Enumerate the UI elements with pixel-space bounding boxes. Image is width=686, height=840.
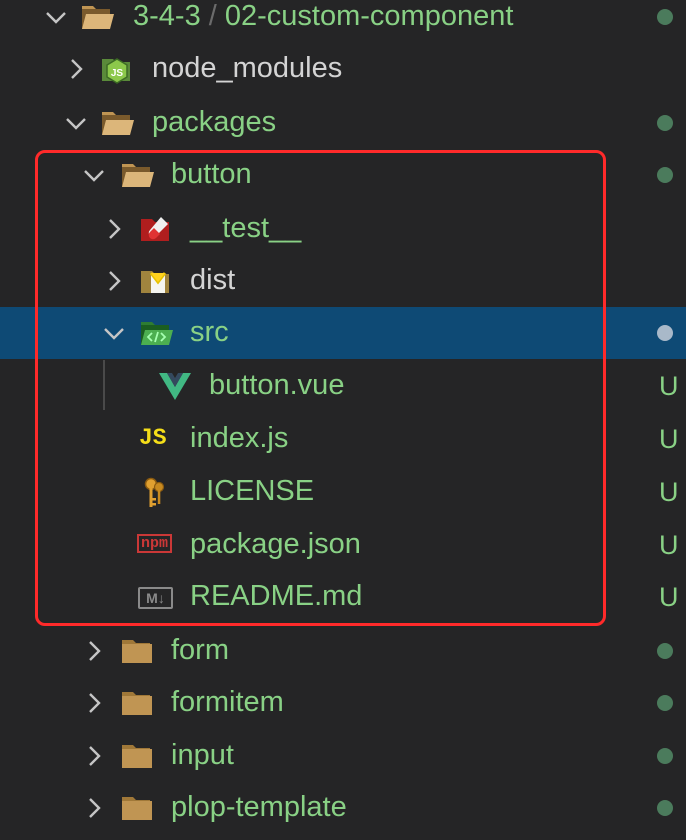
tree-item-label: node_modules (152, 52, 343, 84)
chevron-down-icon[interactable] (40, 0, 70, 43)
license-key-icon (139, 476, 173, 508)
tree-row-plop-template[interactable]: plop-template (0, 782, 686, 834)
tree-item-label: README.md (190, 580, 363, 612)
npm-icon-text: npm (137, 534, 173, 553)
tree-row-dist[interactable]: dist (0, 255, 686, 307)
git-status-dot (657, 643, 673, 659)
chevron-right-icon[interactable] (78, 730, 108, 782)
root-folder-label: 3-4-3 / 02-custom-component (133, 0, 513, 34)
chevron-right-icon[interactable] (78, 782, 108, 834)
folder-closed-icon (120, 687, 154, 719)
git-status-dot (657, 695, 673, 711)
git-status-dot (657, 167, 673, 183)
npm-file-icon: npm (137, 529, 173, 561)
file-explorer-tree: 3-4-3 / 02-custom-component JS node_modu… (0, 0, 686, 840)
folder-closed-icon (120, 792, 154, 824)
tree-row-input[interactable]: input (0, 730, 686, 782)
chevron-down-icon[interactable] (98, 307, 128, 359)
tree-row-formitem[interactable]: formitem (0, 677, 686, 729)
folder-open-icon (120, 159, 154, 191)
tree-row-button-vue[interactable]: button.vue U (0, 360, 686, 412)
root-subfolder-name: 02-custom-component (224, 0, 514, 32)
git-status-dot (657, 115, 673, 131)
tree-item-label: src (190, 316, 229, 348)
chevron-right-icon[interactable] (78, 625, 108, 677)
git-untracked-badge: U (659, 371, 679, 401)
root-name: 3-4-3 (133, 0, 201, 32)
tree-item-label: index.js (190, 422, 289, 454)
tree-item-label: form (171, 634, 229, 666)
tree-item-label: plop-template (171, 791, 347, 823)
path-separator: / (208, 0, 217, 32)
svg-text:JS: JS (111, 68, 124, 79)
git-status-dot (657, 800, 673, 816)
tree-row-package-json[interactable]: npm package.json U (0, 519, 686, 571)
tree-row-license[interactable]: LICENSE U (0, 466, 686, 518)
markdown-icon-text: M↓ (138, 587, 173, 609)
js-icon-text: JS (139, 425, 167, 451)
markdown-file-icon: M↓ (138, 581, 173, 613)
tree-item-label: button.vue (209, 369, 345, 401)
folder-open-icon (100, 107, 134, 139)
tree-item-label: LICENSE (190, 475, 315, 507)
tree-row-test[interactable]: __test__ (0, 203, 686, 255)
git-untracked-badge: U (659, 582, 679, 612)
git-status-dot (657, 325, 673, 341)
chevron-down-icon[interactable] (78, 149, 108, 201)
tree-row-root[interactable]: 3-4-3 / 02-custom-component (0, 0, 686, 43)
chevron-right-icon[interactable] (98, 255, 128, 307)
test-folder-icon (139, 213, 173, 245)
git-status-dot (657, 9, 673, 25)
tree-item-label: button (171, 158, 252, 190)
git-untracked-badge: U (659, 424, 679, 454)
tree-row-packages[interactable]: packages (0, 97, 686, 149)
tree-item-label: input (171, 739, 234, 771)
tree-item-label: packages (152, 106, 277, 138)
git-untracked-badge: U (659, 477, 679, 507)
tree-row-index-js[interactable]: JS index.js U (0, 413, 686, 465)
folder-open-icon (80, 1, 114, 33)
folder-closed-icon (120, 635, 154, 667)
git-untracked-badge: U (659, 530, 679, 560)
chevron-right-icon[interactable] (98, 203, 128, 255)
dist-folder-icon (139, 265, 173, 297)
js-file-icon: JS (139, 423, 173, 455)
vue-file-icon (158, 370, 192, 402)
tree-item-label: package.json (190, 528, 361, 560)
node-folder-icon: JS (100, 53, 134, 85)
tree-row-form[interactable]: form (0, 625, 686, 677)
chevron-right-icon[interactable] (60, 43, 90, 95)
tree-item-label: __test__ (190, 212, 302, 244)
tree-row-readme[interactable]: M↓ README.md U (0, 571, 686, 623)
git-status-dot (657, 748, 673, 764)
tree-row-src[interactable]: src (0, 307, 686, 359)
tree-item-label: dist (190, 264, 236, 296)
tree-item-label: formitem (171, 686, 284, 718)
tree-row-button[interactable]: button (0, 149, 686, 201)
src-folder-icon (139, 317, 173, 349)
chevron-right-icon[interactable] (78, 677, 108, 729)
folder-closed-icon (120, 740, 154, 772)
tree-row-node-modules[interactable]: JS node_modules (0, 43, 686, 95)
chevron-down-icon[interactable] (60, 97, 90, 149)
